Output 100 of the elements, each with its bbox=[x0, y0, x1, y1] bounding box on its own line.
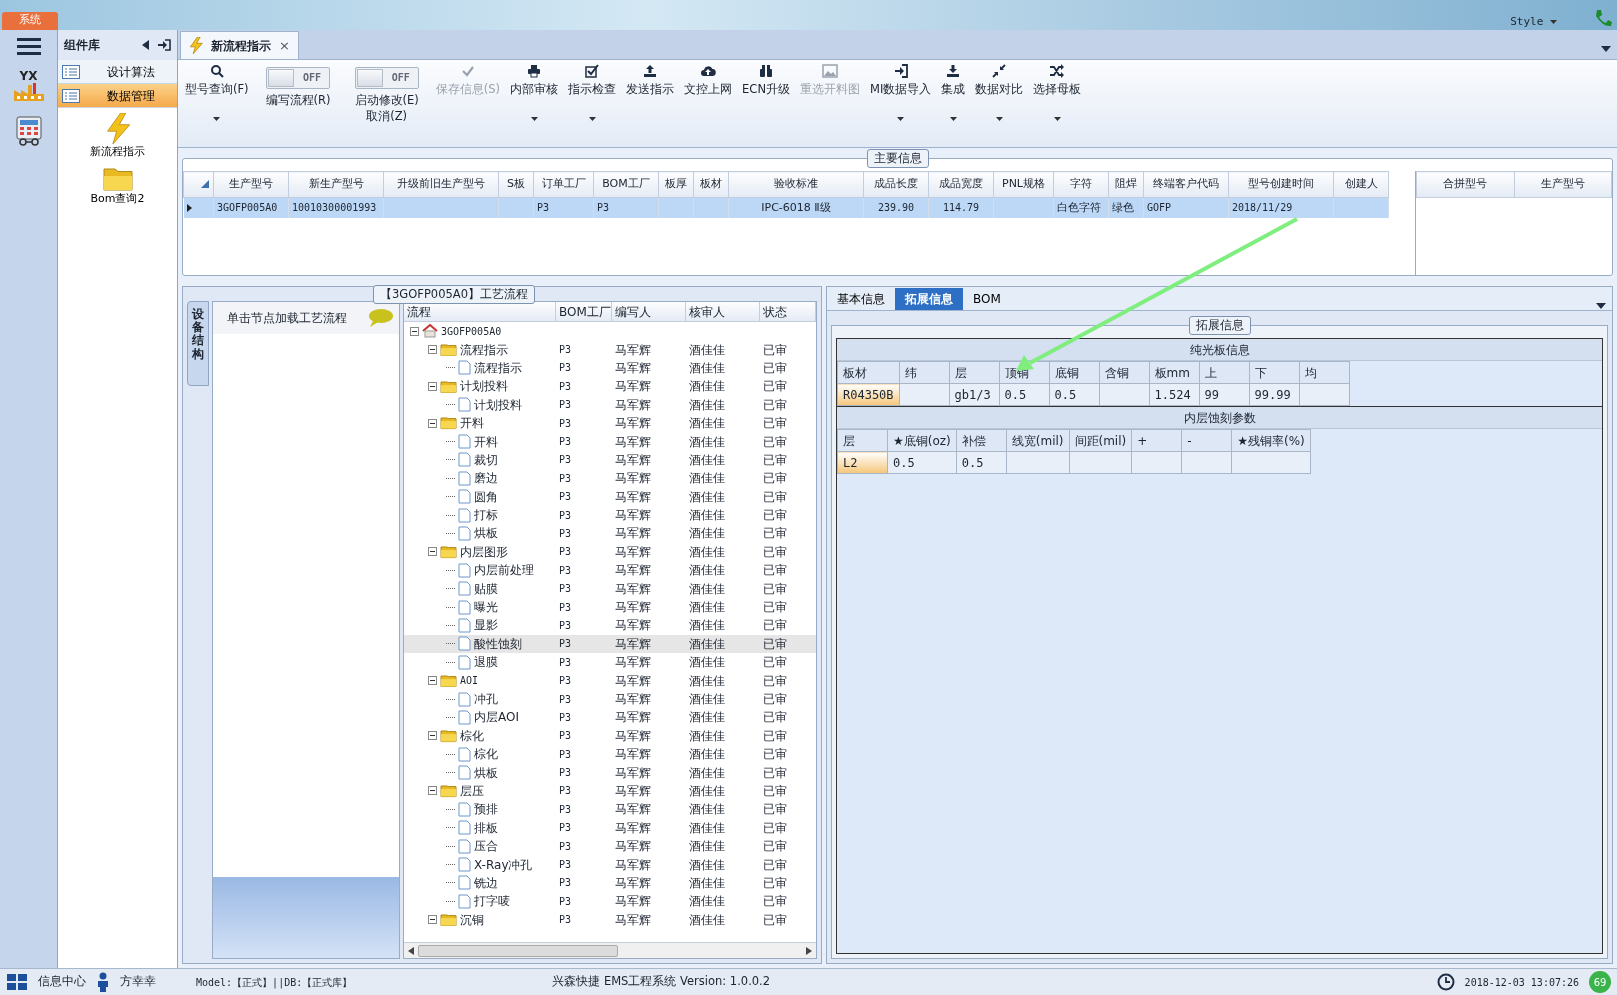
tab[interactable]: BOM bbox=[963, 288, 1011, 310]
tree-row[interactable]: 贴膜 P3 马军辉 酒佳佳 已审 bbox=[404, 579, 816, 598]
tree-row[interactable]: 压合 P3 马军辉 酒佳佳 已审 bbox=[404, 836, 816, 856]
column-header[interactable]: 板材 bbox=[693, 171, 729, 198]
style-menu[interactable]: Style bbox=[1510, 14, 1557, 31]
tree-row[interactable]: 烘板 P3 马军辉 酒佳佳 已审 bbox=[404, 763, 816, 782]
column-header[interactable]: 订单工厂 bbox=[533, 171, 594, 198]
table-cell[interactable]: L2 bbox=[837, 451, 888, 474]
table-cell-text: 马军辉 bbox=[614, 838, 652, 856]
tree-row[interactable]: 裁切 P3 马军辉 酒佳佳 已审 bbox=[404, 450, 816, 470]
tree-row[interactable]: 棕化 P3 马军辉 酒佳佳 已审 bbox=[404, 745, 816, 764]
table-cell-text: 已审 bbox=[762, 856, 788, 874]
column-header[interactable]: 新生产型号 bbox=[288, 171, 384, 198]
column-header[interactable]: BOM工厂 bbox=[556, 302, 612, 321]
tree-row[interactable]: 3GOFP005A0 bbox=[404, 322, 816, 341]
document-icon bbox=[458, 857, 471, 872]
column-header[interactable]: 终端客户代码 bbox=[1143, 171, 1229, 198]
column-header[interactable]: 验收标准 bbox=[728, 171, 864, 198]
tree-row[interactable]: 开料 P3 马军辉 酒佳佳 已审 bbox=[404, 432, 816, 451]
column-header[interactable]: 生产型号 bbox=[213, 171, 289, 198]
table-cell[interactable]: R04350B bbox=[837, 383, 900, 406]
horizontal-scrollbar[interactable] bbox=[404, 942, 816, 958]
column-header[interactable]: 阻焊 bbox=[1108, 171, 1144, 198]
tree-row[interactable]: 冲孔 P3 马军辉 酒佳佳 已审 bbox=[404, 689, 816, 709]
tree-row[interactable]: 流程指示 P3 马军辉 酒佳佳 已审 bbox=[404, 358, 816, 378]
toggle-switch[interactable]: OFF bbox=[354, 67, 419, 89]
tree-row[interactable]: 开料 P3 马军辉 酒佳佳 已审 bbox=[404, 413, 816, 433]
group-caption: 拓展信息 bbox=[1188, 316, 1251, 336]
tree-row[interactable]: 沉铜 P3 马军辉 酒佳佳 已审 bbox=[404, 910, 816, 929]
launcher-button[interactable]: 新流程指示 bbox=[58, 112, 177, 162]
tree-row[interactable]: 铣边 P3 马军辉 酒佳佳 已审 bbox=[404, 873, 816, 893]
tree-row[interactable]: 打字唛 P3 马军辉 酒佳佳 已审 bbox=[404, 892, 816, 911]
column-header[interactable]: 升级前旧生产型号 bbox=[383, 171, 499, 198]
column-header[interactable]: 核审人 bbox=[686, 302, 760, 321]
toolbar-button[interactable]: 文控上网 bbox=[679, 64, 738, 98]
tree-row[interactable]: 计划投料 P3 马军辉 酒佳佳 已审 bbox=[404, 377, 816, 396]
tab[interactable]: 拓展信息 bbox=[895, 288, 963, 310]
tree-row[interactable]: 显影 P3 马军辉 酒佳佳 已审 bbox=[404, 616, 816, 635]
toolbar-button[interactable]: 发送指示 bbox=[621, 64, 680, 98]
tree-label: 退膜 bbox=[474, 654, 498, 672]
tree-row[interactable]: 圆角 P3 马军辉 酒佳佳 已审 bbox=[404, 487, 816, 506]
column-header[interactable]: 型号创建时间 bbox=[1228, 171, 1334, 198]
column-header[interactable]: 板厚 bbox=[658, 171, 694, 198]
tree-row[interactable]: 预排 P3 马军辉 酒佳佳 已审 bbox=[404, 800, 816, 819]
tree-label: 预排 bbox=[474, 801, 498, 819]
tree-row[interactable]: 计划投料 P3 马军辉 酒佳佳 已审 bbox=[404, 395, 816, 414]
toolbar-button[interactable]: 指示检查 bbox=[563, 64, 622, 127]
speech-bubble-icon bbox=[367, 308, 393, 328]
tree-row[interactable]: 层压 P3 马军辉 酒佳佳 已审 bbox=[404, 781, 816, 801]
column-header[interactable]: 创建人 bbox=[1333, 171, 1389, 198]
column-header[interactable]: PNL规格 bbox=[993, 171, 1054, 198]
column-header[interactable]: 成品长度 bbox=[863, 171, 929, 198]
tree-row[interactable]: 内层AOI P3 马军辉 酒佳佳 已审 bbox=[404, 708, 816, 727]
column-header[interactable]: 流程 bbox=[404, 302, 556, 321]
side-tab[interactable]: 设备结构 bbox=[187, 301, 209, 386]
column-header[interactable]: 合拼型号 bbox=[1416, 171, 1514, 198]
table-cell-text: 酒佳佳 bbox=[688, 672, 726, 690]
tree-row[interactable]: 排板 P3 马军辉 酒佳佳 已审 bbox=[404, 818, 816, 837]
library-item[interactable]: 数据管理 bbox=[58, 84, 177, 108]
column-header[interactable]: 字符 bbox=[1053, 171, 1109, 198]
toolbar-button[interactable]: 选择母板 bbox=[1028, 64, 1087, 127]
tree-row[interactable]: X-Ray冲孔 P3 马军辉 酒佳佳 已审 bbox=[404, 855, 816, 874]
tab[interactable]: 基本信息 bbox=[827, 288, 895, 310]
library-item[interactable]: 设计算法 bbox=[58, 60, 177, 84]
toolbar-button[interactable]: OFF 启动修改(E) 取消(Z) bbox=[342, 64, 431, 125]
toolbar-button[interactable]: 集成 bbox=[936, 64, 971, 127]
column-header[interactable]: 成品宽度 bbox=[928, 171, 994, 198]
tree-row[interactable]: 酸性蚀刻 P3 马军辉 酒佳佳 已审 bbox=[404, 634, 816, 654]
toolbar-button[interactable]: MI数据导入 bbox=[865, 64, 937, 127]
tree-row[interactable]: 棕化 P3 马军辉 酒佳佳 已审 bbox=[404, 726, 816, 745]
column-header[interactable]: S板 bbox=[498, 171, 534, 198]
tree-row[interactable]: 退膜 P3 马军辉 酒佳佳 已审 bbox=[404, 653, 816, 672]
tree-row[interactable]: 内层图形 P3 马军辉 酒佳佳 已审 bbox=[404, 542, 816, 562]
tree-row[interactable]: 流程指示 P3 马军辉 酒佳佳 已审 bbox=[404, 340, 816, 359]
tree-row[interactable]: 曝光 P3 马军辉 酒佳佳 已审 bbox=[404, 597, 816, 617]
toolbar-button[interactable]: ECN升级 bbox=[737, 64, 795, 98]
table-cell-text: 马军辉 bbox=[614, 396, 652, 414]
toolbar-button[interactable]: OFF 编写流程(R) bbox=[253, 64, 343, 109]
column-header[interactable]: 生产型号 bbox=[1514, 171, 1612, 198]
table-cell-text: 马军辉 bbox=[614, 635, 652, 653]
column-header[interactable]: 编写人 bbox=[612, 302, 686, 321]
tree-row[interactable]: 磨边 P3 马军辉 酒佳佳 已审 bbox=[404, 469, 816, 488]
table-cell-text: 酒佳佳 bbox=[688, 893, 726, 911]
launcher-button[interactable]: Bom查询2 bbox=[58, 165, 177, 209]
toolbar-button[interactable]: 数据对比 bbox=[970, 64, 1029, 127]
column-header[interactable]: 状态 bbox=[760, 302, 816, 321]
section-title: 内层蚀刻参数 bbox=[837, 407, 1602, 429]
close-button[interactable]: × bbox=[279, 35, 290, 56]
tree-row[interactable]: AOI P3 马军辉 酒佳佳 已审 bbox=[404, 671, 816, 690]
tree-row[interactable]: 烘板 P3 马军辉 酒佳佳 已审 bbox=[404, 524, 816, 543]
document-tab[interactable]: 新流程指示 × bbox=[180, 31, 299, 59]
toggle-switch[interactable]: OFF bbox=[266, 67, 331, 89]
toolbar-button[interactable]: 内部审核 bbox=[505, 64, 564, 127]
tree-row[interactable]: 内层前处理 P3 马军辉 酒佳佳 已审 bbox=[404, 561, 816, 580]
toolbar-button[interactable]: 型号查询(F) bbox=[180, 64, 254, 127]
table-cell-text: 酒佳佳 bbox=[688, 691, 726, 708]
document-icon bbox=[458, 838, 471, 854]
column-header: 上 bbox=[1199, 361, 1250, 384]
tree-row[interactable]: 打标 P3 马军辉 酒佳佳 已审 bbox=[404, 505, 816, 525]
column-header[interactable]: BOM工厂 bbox=[593, 171, 659, 198]
